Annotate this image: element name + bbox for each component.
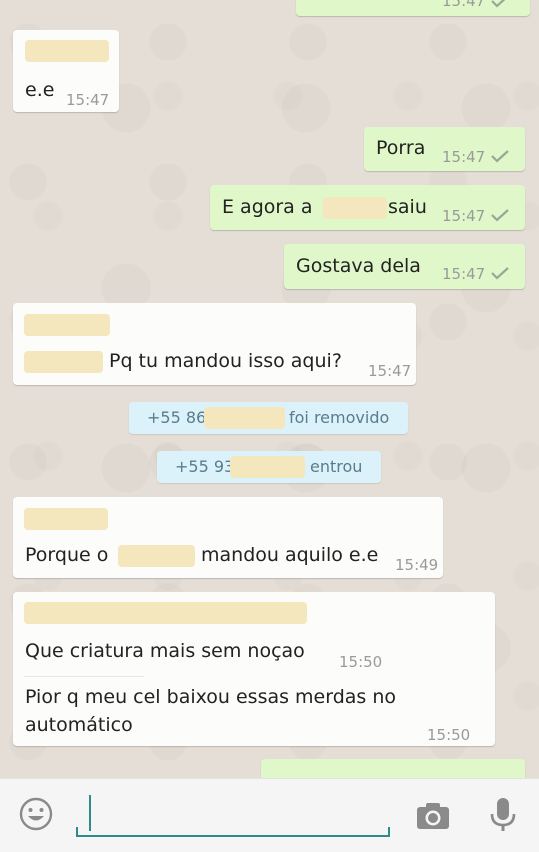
system-notice-joined: +55 93 entrou	[157, 451, 381, 483]
message-list[interactable]: 15:47 e.e 15:47 Porra 15:47 E agora a sa…	[0, 0, 539, 778]
redacted-sender-name	[24, 508, 108, 530]
redacted-name	[118, 545, 195, 567]
message-time: 15:47	[442, 207, 486, 225]
message-bubble-incoming[interactable]: e.e 15:47	[13, 30, 119, 112]
message-text: Gostava dela	[296, 255, 421, 277]
emoji-icon[interactable]	[18, 796, 54, 832]
message-time: 15:47	[66, 91, 110, 109]
message-input[interactable]	[92, 795, 386, 833]
phone-prefix: +55 86	[147, 408, 207, 427]
message-text: Pq tu mandou isso aqui?	[109, 350, 342, 372]
message-bubble-outgoing[interactable]: Gostava dela 15:47	[284, 244, 525, 289]
phone-prefix: +55 93	[175, 457, 235, 476]
message-time: 15:49	[395, 556, 439, 574]
redacted-phone	[204, 407, 285, 429]
message-text-part2: saiu	[388, 196, 427, 218]
message-text: Que criatura mais sem noçao	[25, 640, 305, 662]
message-bubble-outgoing-partial[interactable]	[261, 759, 525, 778]
message-bubble-outgoing[interactable]: Porra 15:47	[364, 127, 525, 171]
microphone-icon[interactable]	[489, 796, 517, 834]
message-text-part1: E agora a	[222, 196, 313, 218]
message-text: e.e	[25, 79, 55, 101]
redacted-sender-name	[24, 602, 307, 624]
message-text-part1: Porque o	[25, 544, 109, 566]
message-bubble-outgoing[interactable]: E agora a saiu 15:47	[210, 185, 525, 230]
message-text-line2: automático	[25, 714, 133, 736]
redacted-name	[323, 197, 387, 219]
redacted-sender-name	[24, 314, 110, 336]
input-underline-tick-left	[76, 827, 78, 837]
redacted-sender-name	[25, 40, 109, 62]
single-check-icon	[491, 150, 509, 163]
message-bubble-outgoing-partial[interactable]: 15:47	[296, 0, 530, 16]
input-underline	[76, 835, 390, 837]
notice-text: entrou	[310, 457, 363, 476]
compose-bar	[0, 778, 539, 852]
message-text-line1: Pior q meu cel baixou essas merdas no	[25, 686, 397, 708]
input-underline-tick-right	[388, 827, 390, 837]
single-check-icon	[491, 209, 509, 222]
message-bubble-incoming[interactable]: Que criatura mais sem noçao 15:50 Pior q…	[13, 592, 495, 746]
message-text: Porra	[376, 137, 426, 159]
single-check-icon	[491, 267, 509, 280]
message-time: 15:47	[442, 148, 486, 166]
message-time: 15:50	[427, 726, 471, 744]
message-time: 15:47	[368, 362, 412, 380]
message-time: 15:47	[442, 0, 486, 10]
message-time: 15:50	[339, 653, 383, 671]
message-text-part2: mandou aquilo e.e	[201, 544, 379, 566]
redacted-name	[24, 351, 103, 373]
message-divider	[24, 676, 144, 677]
message-bubble-incoming[interactable]: Pq tu mandou isso aqui? 15:47	[13, 303, 416, 385]
message-bubble-incoming[interactable]: Porque o mandou aquilo e.e 15:49	[13, 497, 443, 578]
notice-text: foi removido	[289, 408, 390, 427]
text-cursor	[89, 795, 91, 831]
message-time: 15:47	[442, 265, 486, 283]
camera-icon[interactable]	[415, 800, 451, 832]
single-check-icon	[491, 0, 506, 8]
system-notice-removed: +55 86 foi removido	[129, 402, 408, 434]
redacted-phone	[230, 456, 305, 478]
